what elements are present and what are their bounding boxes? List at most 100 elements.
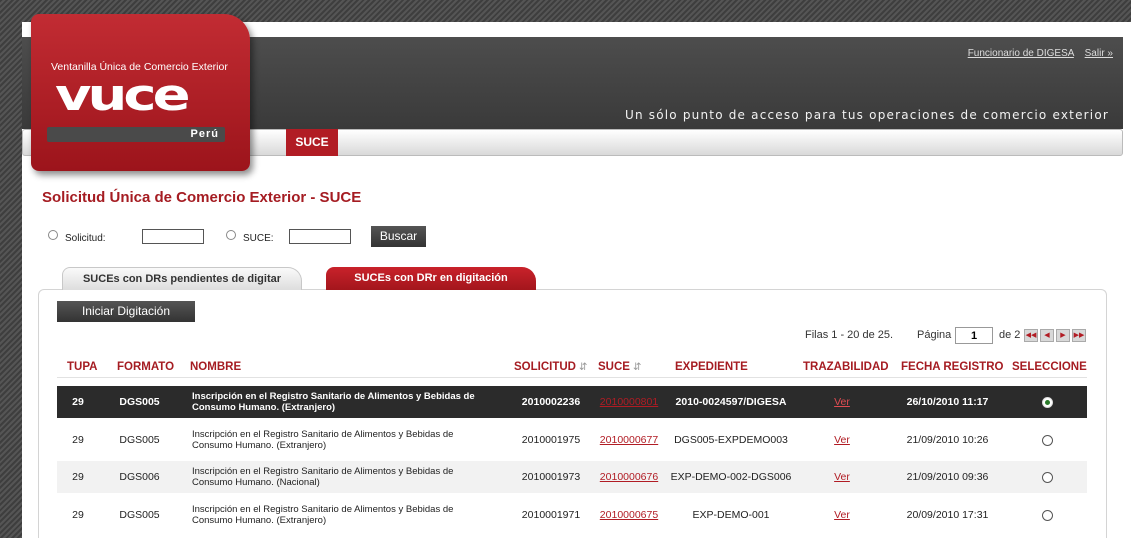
cell-expediente-text: DGS005-EXPDEMO003	[674, 434, 788, 446]
cell-seleccione	[1007, 461, 1087, 493]
trazabilidad-link[interactable]: Ver	[834, 509, 850, 521]
cell-solicitud-text: 2010001975	[521, 434, 581, 446]
search-button[interactable]: Buscar	[371, 226, 426, 247]
cell-formato: DGS006	[102, 461, 177, 493]
cell-tupa: 29	[57, 386, 99, 418]
trazabilidad-link[interactable]: Ver	[834, 396, 850, 408]
suce-link[interactable]: 2010000676	[600, 471, 658, 483]
cell-tupa-text: 29	[72, 509, 84, 521]
cell-solicitud: 2010001975	[509, 424, 593, 456]
cell-expediente-text: 2010-0024597/DIGESA	[675, 396, 787, 408]
col-suce[interactable]: SUCE ⇵	[598, 354, 641, 378]
cell-expediente: EXP-DEMO-001	[667, 499, 795, 531]
cell-tupa-text: 29	[72, 471, 84, 483]
cell-nombre-text: Inscripción en el Registro Sanitario de …	[192, 466, 454, 488]
start-entry-button[interactable]: Iniciar Digitación	[57, 301, 195, 322]
page-total: de 2	[999, 329, 1021, 341]
table-row[interactable]: 29 DGS006 Inscripción en el Registro Sanit…	[57, 461, 1087, 493]
vuce-logo[interactable]: Ventanilla Única de Comercio Exterior vu…	[31, 14, 250, 171]
header-links: Funcionario de DIGESA Salir »	[960, 48, 1113, 59]
trazabilidad-link[interactable]: Ver	[834, 434, 850, 446]
page-input[interactable]	[955, 327, 993, 344]
col-suce-label: SUCE	[598, 361, 630, 373]
select-radio[interactable]	[1041, 471, 1053, 483]
nav-tab-suce[interactable]: SUCE	[286, 129, 338, 156]
solicitud-label: Solicitud:	[65, 233, 106, 244]
table-row[interactable]: 29 DGS005 Inscripción en el Registro Sanit…	[57, 424, 1087, 456]
col-trazabilidad[interactable]: TRAZABILIDAD	[803, 354, 889, 378]
page-label: Página	[917, 329, 952, 341]
cell-tupa: 29	[57, 461, 99, 493]
logo-wordmark: vuce	[55, 70, 191, 121]
col-formato[interactable]: FORMATO	[117, 354, 174, 378]
cell-nombre-text: Inscripción en el Registro Sanitario de …	[192, 504, 454, 526]
cell-seleccione	[1007, 424, 1087, 456]
cell-formato: DGS005	[102, 386, 177, 418]
col-tupa[interactable]: TUPA	[67, 354, 97, 378]
cell-formato-text: DGS006	[119, 471, 160, 483]
first-page-icon[interactable]: ◀◀	[1024, 329, 1038, 342]
cell-expediente-text: EXP-DEMO-001	[692, 509, 770, 521]
rows-count: Filas 1 - 20 de 25.	[805, 329, 894, 341]
cell-fecha-registro: 20/09/2010 17:31	[894, 499, 1001, 531]
logo-country: Perú	[190, 128, 219, 140]
cell-nombre-text: Inscripción en el Registro Sanitario de …	[192, 391, 475, 413]
cell-nombre: Inscripción en el Registro Sanitario de …	[192, 499, 492, 531]
suce-link[interactable]: 2010000801	[600, 396, 658, 408]
suce-link[interactable]: 2010000675	[600, 509, 658, 521]
logout-link[interactable]: Salir »	[1085, 48, 1113, 59]
col-expediente[interactable]: EXPEDIENTE	[675, 354, 748, 378]
cell-seleccione	[1007, 499, 1087, 531]
col-solicitud-label: SOLICITUD	[514, 361, 576, 373]
suce-radio[interactable]	[226, 230, 236, 240]
cell-trazabilidad: Ver	[797, 424, 887, 456]
cell-nombre: Inscripción en el Registro Sanitario de …	[192, 424, 492, 456]
cell-tupa-text: 29	[72, 434, 84, 446]
table-header: TUPA FORMATO NOMBRE SOLICITUD ⇵ SUCE ⇵ EXP…	[57, 354, 1087, 378]
sort-icon: ⇵	[632, 362, 642, 373]
col-fecha-registro[interactable]: FECHA REGISTRO	[901, 354, 1003, 378]
cell-fecha-registro: 21/09/2010 10:26	[894, 424, 1001, 456]
cell-solicitud-text: 2010001971	[521, 509, 581, 521]
cell-formato: DGS005	[102, 499, 177, 531]
cell-expediente-text: EXP-DEMO-002-DGS006	[670, 471, 792, 483]
slogan: Un sólo punto de acceso para tus operaci…	[624, 108, 1109, 122]
cell-nombre: Inscripción en el Registro Sanitario de …	[192, 461, 492, 493]
select-radio[interactable]	[1041, 509, 1053, 521]
cell-fecha-registro: 26/10/2010 11:17	[894, 386, 1001, 418]
suce-link[interactable]: 2010000677	[600, 434, 658, 446]
col-solicitud[interactable]: SOLICITUD ⇵	[514, 354, 587, 378]
table-row[interactable]: 29 DGS005 Inscripción en el Registro Sanit…	[57, 386, 1087, 418]
cell-solicitud-text: 2010001973	[521, 471, 581, 483]
cell-formato-text: DGS005	[119, 434, 160, 446]
cell-trazabilidad: Ver	[797, 461, 887, 493]
cell-formato-text: DGS005	[119, 396, 160, 408]
trazabilidad-link[interactable]: Ver	[834, 471, 850, 483]
tab-in-progress[interactable]: SUCEs con DRr en digitación	[326, 267, 536, 290]
cell-fecha-registro-text: 26/10/2010 11:17	[906, 396, 989, 408]
table-row[interactable]: 29 DGS005 Inscripción en el Registro Sanit…	[57, 499, 1087, 531]
cell-suce: 2010000801	[595, 386, 663, 418]
user-link[interactable]: Funcionario de DIGESA	[968, 48, 1074, 59]
cell-expediente: DGS005-EXPDEMO003	[667, 424, 795, 456]
col-nombre[interactable]: NOMBRE	[190, 354, 241, 378]
col-seleccione[interactable]: SELECCIONE	[1012, 354, 1087, 378]
cell-formato: DGS005	[102, 424, 177, 456]
cell-fecha-registro-text: 21/09/2010 09:36	[906, 471, 989, 483]
select-radio[interactable]	[1041, 396, 1053, 408]
solicitud-input[interactable]	[142, 229, 204, 244]
prev-page-icon[interactable]: ◀	[1040, 329, 1054, 342]
cell-suce: 2010000677	[595, 424, 663, 456]
cell-seleccione	[1007, 386, 1087, 418]
solicitud-radio[interactable]	[48, 230, 58, 240]
cell-suce: 2010000676	[595, 461, 663, 493]
cell-solicitud: 2010001971	[509, 499, 593, 531]
suce-input[interactable]	[289, 229, 351, 244]
cell-trazabilidad: Ver	[797, 386, 887, 418]
cell-tupa: 29	[57, 424, 99, 456]
next-page-icon[interactable]: ▶	[1056, 329, 1070, 342]
select-radio[interactable]	[1041, 434, 1053, 446]
last-page-icon[interactable]: ▶▶	[1072, 329, 1086, 342]
tab-pending[interactable]: SUCEs con DRs pendientes de digitar	[62, 267, 302, 290]
suce-label: SUCE:	[243, 233, 274, 244]
